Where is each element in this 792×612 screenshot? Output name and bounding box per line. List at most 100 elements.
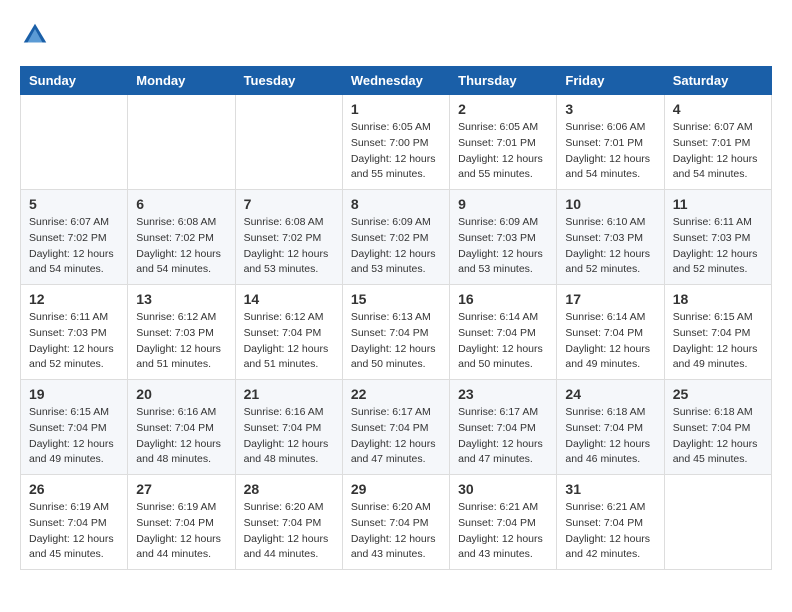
calendar-cell: 13 Sunrise: 6:12 AMSunset: 7:03 PMDayligh…	[128, 285, 235, 380]
calendar-cell: 25 Sunrise: 6:18 AMSunset: 7:04 PMDayligh…	[664, 380, 771, 475]
calendar-cell: 6 Sunrise: 6:08 AMSunset: 7:02 PMDaylight…	[128, 190, 235, 285]
day-number: 31	[565, 481, 655, 497]
calendar-cell	[128, 95, 235, 190]
day-number: 12	[29, 291, 119, 307]
calendar-cell: 23 Sunrise: 6:17 AMSunset: 7:04 PMDayligh…	[450, 380, 557, 475]
day-info: Sunrise: 6:05 AMSunset: 7:01 PMDaylight:…	[458, 120, 548, 183]
day-info: Sunrise: 6:20 AMSunset: 7:04 PMDaylight:…	[351, 500, 441, 563]
day-number: 14	[244, 291, 334, 307]
calendar-week-2: 5 Sunrise: 6:07 AMSunset: 7:02 PMDaylight…	[21, 190, 772, 285]
day-number: 4	[673, 101, 763, 117]
day-number: 20	[136, 386, 226, 402]
calendar-cell: 20 Sunrise: 6:16 AMSunset: 7:04 PMDayligh…	[128, 380, 235, 475]
day-number: 21	[244, 386, 334, 402]
calendar-cell	[235, 95, 342, 190]
calendar-week-1: 1 Sunrise: 6:05 AMSunset: 7:00 PMDaylight…	[21, 95, 772, 190]
day-number: 28	[244, 481, 334, 497]
day-info: Sunrise: 6:12 AMSunset: 7:03 PMDaylight:…	[136, 310, 226, 373]
calendar-cell: 7 Sunrise: 6:08 AMSunset: 7:02 PMDaylight…	[235, 190, 342, 285]
calendar-cell: 19 Sunrise: 6:15 AMSunset: 7:04 PMDayligh…	[21, 380, 128, 475]
calendar-cell: 3 Sunrise: 6:06 AMSunset: 7:01 PMDaylight…	[557, 95, 664, 190]
day-info: Sunrise: 6:12 AMSunset: 7:04 PMDaylight:…	[244, 310, 334, 373]
calendar-cell: 9 Sunrise: 6:09 AMSunset: 7:03 PMDaylight…	[450, 190, 557, 285]
day-info: Sunrise: 6:07 AMSunset: 7:02 PMDaylight:…	[29, 215, 119, 278]
day-info: Sunrise: 6:15 AMSunset: 7:04 PMDaylight:…	[29, 405, 119, 468]
day-info: Sunrise: 6:06 AMSunset: 7:01 PMDaylight:…	[565, 120, 655, 183]
day-info: Sunrise: 6:08 AMSunset: 7:02 PMDaylight:…	[244, 215, 334, 278]
calendar-cell: 21Sunrise: 6:16 AMSunset: 7:04 PMDayligh…	[235, 380, 342, 475]
day-info: Sunrise: 6:14 AMSunset: 7:04 PMDaylight:…	[565, 310, 655, 373]
day-number: 8	[351, 196, 441, 212]
calendar-cell: 1 Sunrise: 6:05 AMSunset: 7:00 PMDaylight…	[342, 95, 449, 190]
day-info: Sunrise: 6:13 AMSunset: 7:04 PMDaylight:…	[351, 310, 441, 373]
day-info: Sunrise: 6:19 AMSunset: 7:04 PMDaylight:…	[29, 500, 119, 563]
day-number: 13	[136, 291, 226, 307]
calendar-cell: 2 Sunrise: 6:05 AMSunset: 7:01 PMDaylight…	[450, 95, 557, 190]
day-number: 2	[458, 101, 548, 117]
calendar-cell: 31 Sunrise: 6:21 AMSunset: 7:04 PMDayligh…	[557, 475, 664, 570]
calendar-week-4: 19 Sunrise: 6:15 AMSunset: 7:04 PMDayligh…	[21, 380, 772, 475]
calendar-week-3: 12 Sunrise: 6:11 AMSunset: 7:03 PMDayligh…	[21, 285, 772, 380]
day-number: 27	[136, 481, 226, 497]
day-header-thursday: Thursday	[450, 67, 557, 95]
day-info: Sunrise: 6:19 AMSunset: 7:04 PMDaylight:…	[136, 500, 226, 563]
calendar-cell: 24Sunrise: 6:18 AMSunset: 7:04 PMDayligh…	[557, 380, 664, 475]
day-number: 3	[565, 101, 655, 117]
calendar-cell: 8 Sunrise: 6:09 AMSunset: 7:02 PMDaylight…	[342, 190, 449, 285]
day-info: Sunrise: 6:17 AMSunset: 7:04 PMDaylight:…	[458, 405, 548, 468]
day-info: Sunrise: 6:17 AMSunset: 7:04 PMDaylight:…	[351, 405, 441, 468]
day-number: 5	[29, 196, 119, 212]
day-number: 19	[29, 386, 119, 402]
calendar-cell: 15 Sunrise: 6:13 AMSunset: 7:04 PMDayligh…	[342, 285, 449, 380]
day-info: Sunrise: 6:11 AMSunset: 7:03 PMDaylight:…	[29, 310, 119, 373]
day-number: 26	[29, 481, 119, 497]
day-info: Sunrise: 6:09 AMSunset: 7:02 PMDaylight:…	[351, 215, 441, 278]
day-number: 1	[351, 101, 441, 117]
day-info: Sunrise: 6:16 AMSunset: 7:04 PMDaylight:…	[136, 405, 226, 468]
calendar-cell: 26 Sunrise: 6:19 AMSunset: 7:04 PMDayligh…	[21, 475, 128, 570]
day-info: Sunrise: 6:07 AMSunset: 7:01 PMDaylight:…	[673, 120, 763, 183]
day-number: 7	[244, 196, 334, 212]
day-number: 23	[458, 386, 548, 402]
calendar-cell	[664, 475, 771, 570]
day-number: 30	[458, 481, 548, 497]
day-info: Sunrise: 6:08 AMSunset: 7:02 PMDaylight:…	[136, 215, 226, 278]
day-number: 24	[565, 386, 655, 402]
calendar-cell: 30 Sunrise: 6:21 AMSunset: 7:04 PMDayligh…	[450, 475, 557, 570]
calendar-cell	[21, 95, 128, 190]
day-number: 10	[565, 196, 655, 212]
calendar-cell: 5 Sunrise: 6:07 AMSunset: 7:02 PMDaylight…	[21, 190, 128, 285]
calendar-cell: 27 Sunrise: 6:19 AMSunset: 7:04 PMDayligh…	[128, 475, 235, 570]
day-header-monday: Monday	[128, 67, 235, 95]
day-info: Sunrise: 6:09 AMSunset: 7:03 PMDaylight:…	[458, 215, 548, 278]
day-number: 16	[458, 291, 548, 307]
calendar-cell: 4 Sunrise: 6:07 AMSunset: 7:01 PMDaylight…	[664, 95, 771, 190]
calendar-cell: 28Sunrise: 6:20 AMSunset: 7:04 PMDayligh…	[235, 475, 342, 570]
day-info: Sunrise: 6:11 AMSunset: 7:03 PMDaylight:…	[673, 215, 763, 278]
day-info: Sunrise: 6:21 AMSunset: 7:04 PMDaylight:…	[565, 500, 655, 563]
day-info: Sunrise: 6:15 AMSunset: 7:04 PMDaylight:…	[673, 310, 763, 373]
day-header-sunday: Sunday	[21, 67, 128, 95]
day-header-saturday: Saturday	[664, 67, 771, 95]
day-number: 29	[351, 481, 441, 497]
page-header	[20, 20, 772, 50]
calendar-cell: 12 Sunrise: 6:11 AMSunset: 7:03 PMDayligh…	[21, 285, 128, 380]
day-header-friday: Friday	[557, 67, 664, 95]
day-number: 17	[565, 291, 655, 307]
day-number: 9	[458, 196, 548, 212]
day-number: 18	[673, 291, 763, 307]
calendar-cell: 22Sunrise: 6:17 AMSunset: 7:04 PMDayligh…	[342, 380, 449, 475]
day-info: Sunrise: 6:21 AMSunset: 7:04 PMDaylight:…	[458, 500, 548, 563]
day-header-tuesday: Tuesday	[235, 67, 342, 95]
calendar-cell: 18 Sunrise: 6:15 AMSunset: 7:04 PMDayligh…	[664, 285, 771, 380]
day-info: Sunrise: 6:18 AMSunset: 7:04 PMDaylight:…	[673, 405, 763, 468]
calendar-cell: 17 Sunrise: 6:14 AMSunset: 7:04 PMDayligh…	[557, 285, 664, 380]
day-number: 25	[673, 386, 763, 402]
calendar-cell: 16 Sunrise: 6:14 AMSunset: 7:04 PMDayligh…	[450, 285, 557, 380]
day-info: Sunrise: 6:14 AMSunset: 7:04 PMDaylight:…	[458, 310, 548, 373]
calendar: SundayMondayTuesdayWednesdayThursdayFrid…	[20, 66, 772, 570]
day-number: 11	[673, 196, 763, 212]
day-number: 15	[351, 291, 441, 307]
day-number: 6	[136, 196, 226, 212]
day-info: Sunrise: 6:05 AMSunset: 7:00 PMDaylight:…	[351, 120, 441, 183]
